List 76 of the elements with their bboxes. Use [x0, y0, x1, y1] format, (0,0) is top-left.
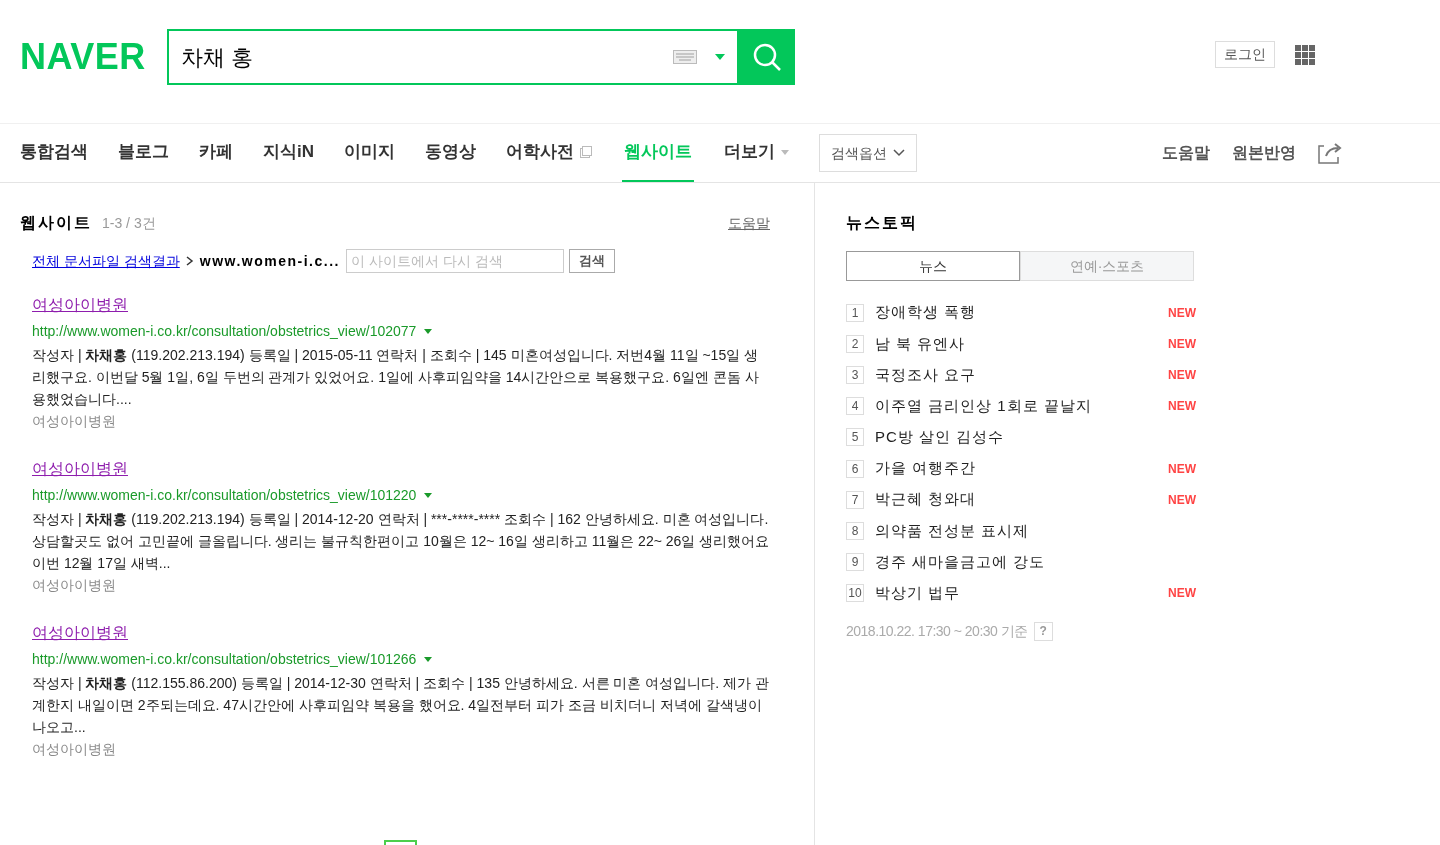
nav-tab[interactable]: 이미지 — [344, 124, 395, 182]
topic-link[interactable]: 박근혜 청와대 — [875, 488, 977, 511]
breadcrumb-site: www.women-i.c... — [199, 251, 340, 271]
result-source: 여성아이병원 — [32, 740, 117, 759]
result-url[interactable]: http://www.women-i.co.kr/consultation/obstetrics_view/101220 — [32, 485, 417, 506]
new-label: NEW — [1168, 491, 1196, 509]
help-link[interactable]: 도움말 — [728, 213, 770, 234]
result-title-link[interactable]: 여성아이병원 — [32, 624, 128, 641]
news-topic-title: 뉴스토픽 — [846, 213, 919, 233]
rank-badge: 8 — [846, 521, 864, 540]
result-title-link[interactable]: 여성아이병원 — [32, 296, 128, 313]
news-tab[interactable]: 뉴스 — [846, 251, 1020, 281]
keyboard-icon[interactable] — [672, 50, 697, 64]
chevron-down-icon — [893, 149, 905, 157]
search-button[interactable] — [738, 29, 795, 85]
result-count: 1-3 / 3건 — [102, 214, 156, 233]
caret-icon[interactable] — [424, 657, 433, 662]
result-title-link[interactable]: 여성아이병원 — [32, 460, 128, 477]
result-url[interactable]: http://www.women-i.co.kr/consultation/obstetrics_view/101266 — [32, 649, 417, 670]
nav-link[interactable]: 도움말 — [1162, 141, 1210, 165]
nav-tab[interactable]: 어학사전 — [506, 124, 592, 182]
site-search-field[interactable]: 이 사이트에서 다시 검색 — [345, 249, 564, 273]
result-source: 여성아이병원 — [32, 412, 117, 431]
new-label: NEW — [1168, 366, 1196, 384]
share-icon[interactable] — [1318, 142, 1344, 164]
nav-tab[interactable]: 카페 — [199, 124, 233, 182]
result-snippet: 작성자 | 차채홍 (112.155.86.200) 등록일 | 2014-12-30 연락처 | 조회수 | 135 안녕하세요. 서른 미혼 여성입니다. 제가 관계한지 내일이면 2주되는데요. 47시간안에 사후피임약 복용을 했어요. 4일전부터 피가 조금 비치더니 저녁에 갈색냉이 나오고... — [32, 674, 770, 737]
caret-icon[interactable] — [424, 329, 433, 334]
nav-tab[interactable]: 더보기 — [724, 124, 789, 182]
breadcrumb-link[interactable]: 전체 문서파일 검색결과 — [32, 250, 180, 272]
chevron-right-icon — [185, 256, 194, 266]
topic-link[interactable]: 남 북 유엔사 — [875, 332, 966, 356]
nav-link[interactable]: 원본반영 — [1232, 141, 1296, 165]
rank-badge: 4 — [846, 397, 864, 416]
rank-badge: 9 — [846, 553, 864, 572]
rank-badge: 6 — [846, 459, 864, 478]
nav-tab[interactable]: 지식iN — [263, 124, 314, 182]
login-button[interactable]: 로그인 — [1214, 41, 1275, 68]
caret-icon — [781, 149, 789, 155]
new-label: NEW — [1168, 304, 1196, 322]
new-label: NEW — [1168, 335, 1196, 353]
nav-tab[interactable]: 통합검색 — [20, 124, 88, 182]
topic-link[interactable]: 의약품 전성분 표시제 — [875, 519, 1030, 543]
topic-link[interactable]: 국정조사 요구 — [875, 363, 977, 387]
rank-badge: 1 — [846, 303, 864, 322]
search-field[interactable]: 차채 홍 — [180, 40, 673, 74]
timestamp: 2018.10.22. 17:30 ~ 20:30 기준 — [846, 621, 1028, 641]
nav-tab[interactable]: 동영상 — [425, 124, 476, 182]
rank-badge: 10 — [846, 584, 864, 603]
topic-link[interactable]: 가을 여행주간 — [875, 457, 977, 480]
apps-grid-icon[interactable] — [1294, 44, 1315, 65]
new-label: NEW — [1168, 398, 1196, 416]
nav-tab[interactable]: 블로그 — [118, 124, 169, 182]
topic-link[interactable]: 장애학생 폭행 — [875, 301, 977, 324]
topic-link[interactable]: 이주열 금리인상 1회로 끝날지 — [875, 394, 1092, 418]
caret-icon[interactable] — [424, 493, 433, 498]
result-snippet: 작성자 | 차채홍 (119.202.213.194) 등록일 | 2015-05-11 연락처 | 조회수 | 145 미혼여성입니다. 저번4월 11일 ~15일 생리했구요. 이번달 5월 1일, 6일 두번의 관계가 있었어요. 1일에 사후피임약을 14시간안으로 복용했구요. 6일엔 콘돔 사용했었습니다.... — [32, 346, 760, 409]
new-label: NEW — [1168, 585, 1196, 603]
caret-icon[interactable] — [714, 54, 725, 60]
new-label: NEW — [1168, 460, 1196, 478]
site-search-button[interactable]: 검색 — [568, 249, 615, 273]
search-box[interactable]: 차채 홍 — [166, 29, 739, 85]
topic-link[interactable]: 경주 새마을금고에 강도 — [875, 550, 1046, 574]
search-icon — [751, 42, 782, 72]
window-icon — [580, 146, 592, 158]
rank-badge: 2 — [846, 334, 864, 353]
rank-badge: 7 — [846, 490, 864, 509]
result-snippet: 작성자 | 차채홍 (119.202.213.194) 등록일 | 2014-12-20 연락처 | ***-****-**** 조회수 | 162 안녕하세요. 미혼 여성입니다. 상담할곳도 없어 고민끝에 글올립니다. 생리는 불규칙한편이고 10월은 12~ 16일 생리하고 11월은 22~ 26일 생리했어요 이번 12월 17일 새벽... — [32, 510, 770, 573]
topic-link[interactable]: 박상기 법무 — [875, 582, 961, 605]
result-source: 여성아이병원 — [32, 576, 117, 595]
result-url[interactable]: http://www.women-i.co.kr/consultation/obstetrics_view/102077 — [32, 321, 417, 342]
section-title: 웹사이트 — [20, 213, 92, 233]
rank-badge: 5 — [846, 428, 864, 447]
search-options-button[interactable]: 검색옵션 — [819, 134, 917, 172]
topic-link[interactable]: PC방 살인 김성수 — [875, 426, 1005, 449]
rank-badge: 3 — [846, 365, 864, 384]
